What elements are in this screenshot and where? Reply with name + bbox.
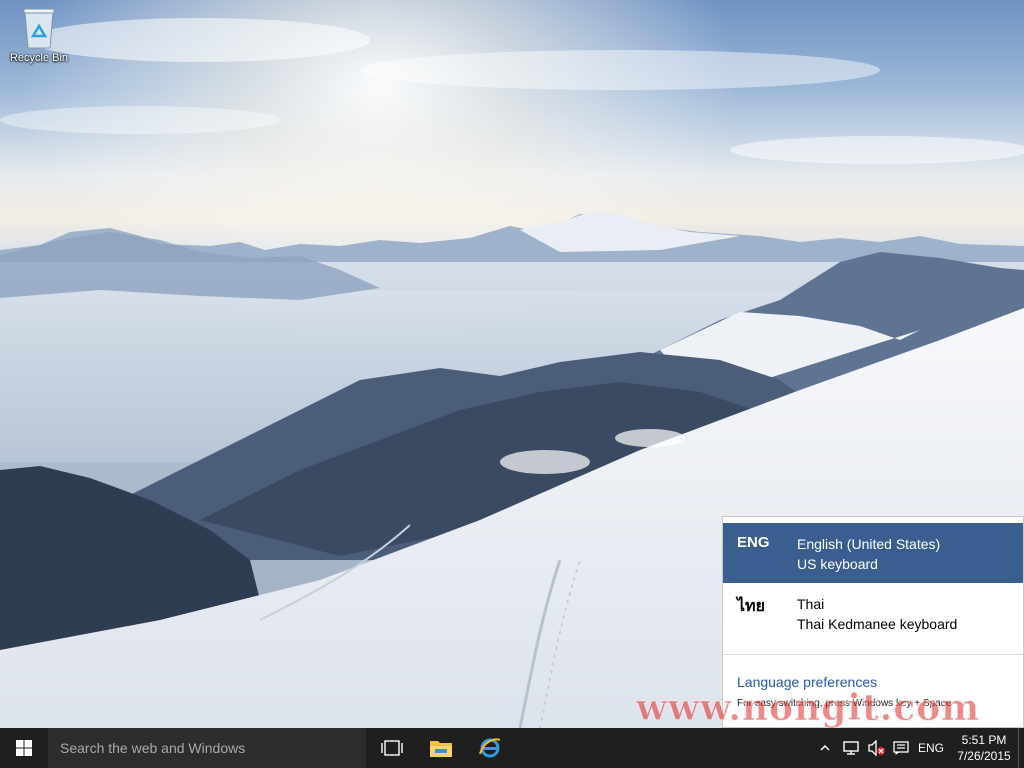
input-language-indicator[interactable]: ENG	[918, 741, 944, 755]
clock[interactable]: 5:51 PM 7/26/2015	[952, 732, 1016, 764]
chevron-up-icon	[820, 744, 830, 751]
file-explorer-button[interactable]	[417, 728, 465, 768]
language-preferences-link[interactable]: Language preferences	[737, 674, 877, 690]
recycle-bin-icon	[23, 8, 55, 49]
language-option-thai[interactable]: ไทย Thai Thai Kedmanee keyboard	[723, 583, 1023, 643]
search-box[interactable]: Search the web and Windows	[48, 728, 366, 768]
network-icon	[843, 741, 859, 755]
language-option-english[interactable]: ENG English (United States) US keyboard	[723, 523, 1023, 583]
internet-explorer-icon	[479, 738, 501, 758]
clock-date: 7/26/2015	[957, 749, 1011, 763]
internet-explorer-button[interactable]	[466, 728, 514, 768]
windows-logo-icon	[16, 740, 32, 756]
language-code: ไทย	[737, 598, 765, 615]
volume-muted-icon	[868, 740, 885, 756]
file-explorer-icon	[430, 741, 452, 757]
start-button[interactable]	[0, 728, 48, 768]
language-switcher-flyout: ENG English (United States) US keyboard …	[722, 516, 1024, 728]
desktop: Recycle Bin ENG English (United States) …	[0, 0, 1024, 728]
action-center-icon	[893, 741, 909, 755]
recycle-bin-shortcut[interactable]: Recycle Bin	[4, 6, 74, 64]
task-view-icon	[381, 740, 403, 756]
keyboard-layout: Thai Kedmanee keyboard	[797, 616, 958, 632]
show-desktop-button[interactable]	[1018, 728, 1024, 768]
show-hidden-icons-button[interactable]	[818, 738, 832, 758]
task-view-button[interactable]	[368, 728, 416, 768]
switching-hint: For easy switching, press Windows key + …	[737, 698, 952, 709]
taskbar: Search the web and Windows ENG 5:51 PM 7…	[0, 728, 1024, 768]
flyout-divider	[723, 654, 1023, 655]
volume-button[interactable]	[868, 738, 886, 758]
recycle-bin-label: Recycle Bin	[9, 52, 69, 64]
network-button[interactable]	[842, 738, 860, 758]
language-name: English (United States)	[797, 536, 941, 552]
action-center-button[interactable]	[892, 738, 910, 758]
keyboard-layout: US keyboard	[797, 556, 878, 572]
clock-time: 5:51 PM	[961, 733, 1007, 747]
language-code: ENG	[737, 534, 770, 551]
search-placeholder: Search the web and Windows	[60, 740, 246, 756]
language-name: Thai	[797, 596, 825, 612]
